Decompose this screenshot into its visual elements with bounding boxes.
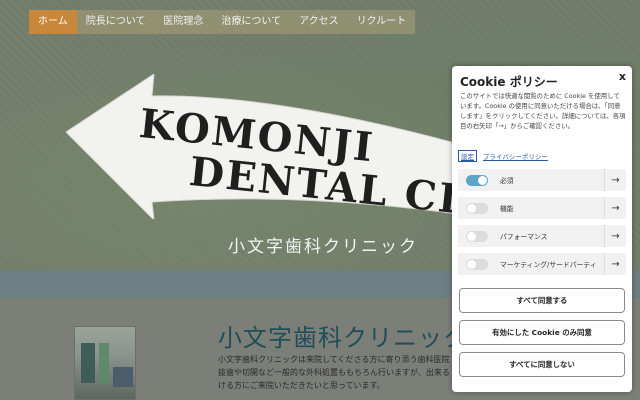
cookie-dialog-title: Cookie ポリシー [460,75,558,89]
cookie-category-performance[interactable]: パフォーマンス → [458,225,626,247]
category-label: マーケティング/サードパーティ [500,261,597,269]
toggle-marketing[interactable] [466,258,488,270]
main-nav: ホーム 院長について 医院理念 治療について アクセス リクルート [29,10,416,34]
intro-text: 小文字歯科クリニックは来院してくださる方に寄り添う歯科医院 抜歯や切開など一般的… [218,355,450,390]
category-label: 必須 [500,177,514,185]
arrow-right-icon[interactable]: → [604,225,626,247]
toggle-required[interactable] [466,174,488,186]
arrow-right-icon[interactable]: → [604,253,626,275]
nav-item-recruit[interactable]: リクルート [348,10,416,34]
cookie-category-marketing[interactable]: マーケティング/サードパーティ → [458,253,626,275]
close-icon[interactable]: x [619,70,626,83]
settings-link[interactable]: 設定 [458,150,477,162]
arrow-right-icon[interactable]: → [604,197,626,219]
nav-item-treatment[interactable]: 治療について [212,10,290,34]
toggle-performance[interactable] [466,230,488,242]
nav-item-home[interactable]: ホーム [29,10,77,34]
accept-all-button[interactable]: すべて同意する [459,288,625,313]
cookie-links: 設定 プライバシーポリシー [458,150,548,162]
category-label: 機能 [500,205,514,213]
toggle-functional[interactable] [466,202,488,214]
cookie-description: このサイトでは快適な閲覧のために Cookie を使用しています。Cookie … [460,92,626,130]
cookie-category-functional[interactable]: 機能 → [458,197,626,219]
category-label: パフォーマンス [500,233,548,241]
privacy-policy-link[interactable]: プライバシーポリシー [483,151,548,161]
page-title: 小文字歯科クリニック [218,324,468,352]
nav-item-access[interactable]: アクセス [290,10,348,34]
hero-subtitle: 小文字歯科クリニック [228,237,418,257]
cookie-category-required[interactable]: 必須 → [458,169,626,191]
arrow-right-icon[interactable]: → [604,169,626,191]
cookie-policy-dialog: Cookie ポリシー x このサイトでは快適な閲覧のために Cookie を使… [452,66,632,392]
clinic-building-image [74,326,136,400]
nav-item-philosophy[interactable]: 医院理念 [154,10,212,34]
accept-selected-button[interactable]: 有効にした Cookie のみ同意 [459,320,625,345]
reject-all-button[interactable]: すべてに同意しない [459,352,625,377]
nav-item-director[interactable]: 院長について [77,10,155,34]
